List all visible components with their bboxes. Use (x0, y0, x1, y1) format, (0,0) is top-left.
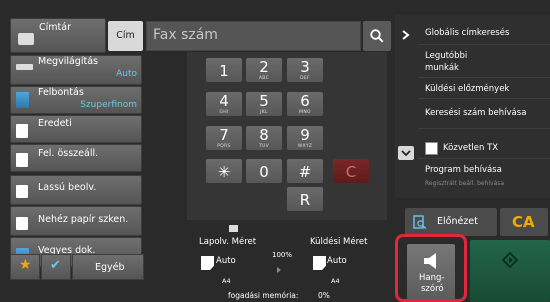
arrow-icon (277, 267, 281, 273)
slow-scan-icon (16, 185, 28, 198)
key-3[interactable]: 3 DEF (287, 58, 323, 82)
fax-number-input[interactable]: Fax szám (146, 21, 361, 51)
recent-jobs-item-line2[interactable]: munkák (425, 63, 459, 73)
speaker-label-line1: Hang- (419, 273, 445, 283)
direct-tx-checkbox[interactable] (425, 142, 438, 155)
chevron-right-icon (402, 30, 410, 40)
memory-value: 0% (318, 291, 330, 300)
check-icon: ✔ (50, 258, 61, 273)
search-number-recall-item[interactable]: Keresési szám behívása (425, 108, 526, 118)
address-book-icon (18, 33, 34, 45)
resolution-button[interactable]: Felbontás Szuperfinom (10, 86, 142, 114)
menu-divider (418, 128, 550, 129)
send-paper-icon (313, 256, 326, 270)
start-button[interactable] (470, 240, 550, 302)
address-book-label: Címtár (39, 22, 71, 33)
send-paper-size: A4 (331, 277, 340, 285)
original-button[interactable]: Eredeti (10, 115, 142, 143)
send-history-item[interactable]: Küldési előzmények (425, 84, 509, 94)
others-button[interactable]: Egyéb (72, 254, 144, 280)
menu-divider (418, 44, 550, 45)
speaker-label-line2: szóró (421, 284, 444, 294)
recent-jobs-item-line1[interactable]: Legutóbbi (425, 51, 467, 61)
send-size-label: Küldési Méret (310, 237, 368, 247)
original-label: Eredeti (38, 118, 72, 129)
menu-divider (418, 158, 550, 159)
resolution-value: Szuperfinom (80, 100, 137, 110)
orig-size-value: Auto (216, 256, 236, 266)
send-size-value: Auto (327, 256, 347, 266)
chevron-down-icon (401, 150, 411, 156)
key-clear[interactable]: C (333, 159, 369, 183)
favorites-button[interactable]: ★ (10, 254, 40, 280)
fax-number-placeholder: Fax szám (153, 27, 218, 43)
speaker-button[interactable]: Hang- szóró (395, 234, 467, 302)
preview-button[interactable]: Előnézet (405, 208, 497, 236)
others-label: Egyéb (95, 262, 125, 273)
start-icon (502, 252, 518, 268)
slow-scan-label: Lassú beolv. (38, 182, 97, 193)
speaker-button-face: Hang- szóró (407, 244, 455, 300)
key-star[interactable]: ✳ (206, 159, 242, 183)
exposure-value: Auto (116, 69, 137, 79)
key-9[interactable]: 9 WXYZ (287, 126, 323, 150)
menu-expand-button[interactable] (398, 146, 414, 160)
key-1[interactable]: 1 (206, 58, 242, 82)
exposure-icon (16, 64, 33, 70)
program-recall-item[interactable]: Program behívása (425, 165, 502, 175)
key-5[interactable]: 5 JKL (246, 92, 282, 116)
key-hash[interactable]: # (287, 159, 323, 183)
thick-paper-label: Nehéz papír szken. (38, 214, 129, 225)
key-8[interactable]: 8 TUV (246, 126, 282, 150)
program-recall-subtitle: Regisztrált beáll. behívása (425, 180, 505, 187)
clear-all-label: CA (512, 213, 535, 231)
search-icon (370, 29, 384, 43)
job-build-label: Fel. összeáll. (38, 148, 99, 159)
resolution-label: Felbontás (38, 87, 84, 98)
menu-divider (418, 77, 550, 78)
key-7[interactable]: 7 PQRS (206, 126, 242, 150)
slow-scan-button[interactable]: Lassú beolv. (10, 175, 142, 205)
job-build-icon (16, 153, 28, 167)
key-0[interactable]: 0 (246, 159, 282, 183)
thick-paper-icon (16, 217, 28, 230)
key-6[interactable]: 6 MNO (287, 92, 323, 116)
job-build-button[interactable]: Fel. összeáll. (10, 144, 142, 172)
exposure-label: Megvilágítás (38, 56, 98, 67)
exposure-button[interactable]: Megvilágítás Auto (10, 55, 142, 85)
global-address-search-item[interactable]: Globális címkeresés (425, 28, 509, 38)
zoom-value: 100% (272, 251, 293, 259)
original-icon (16, 124, 28, 138)
preview-icon (413, 215, 427, 229)
resolution-icon (16, 92, 29, 108)
paper-stack-icon (229, 225, 238, 232)
address-book-button[interactable]: Címtár (10, 18, 106, 53)
star-icon: ★ (19, 257, 32, 273)
collapse-menu-button[interactable] (395, 20, 415, 48)
search-button[interactable] (363, 21, 391, 51)
key-2[interactable]: 2 ABC (246, 58, 282, 82)
orig-paper-icon (201, 256, 214, 270)
preview-label: Előnézet (437, 216, 478, 227)
orig-size-label: Lapolv. Méret (199, 237, 257, 247)
thick-paper-scan-button[interactable]: Nehéz papír szken. (10, 206, 142, 236)
clear-all-button[interactable]: CA (500, 208, 548, 236)
key-4[interactable]: 4 GHI (206, 92, 242, 116)
memory-label: fogadási memória: (228, 291, 299, 300)
to-label: Cím (108, 21, 143, 51)
direct-tx-label: Közvetlen TX (443, 143, 499, 153)
speaker-icon (424, 253, 436, 269)
check-button[interactable]: ✔ (41, 254, 71, 280)
key-r[interactable]: R (287, 187, 323, 211)
orig-paper-size: A4 (222, 277, 231, 285)
menu-divider (418, 98, 550, 99)
